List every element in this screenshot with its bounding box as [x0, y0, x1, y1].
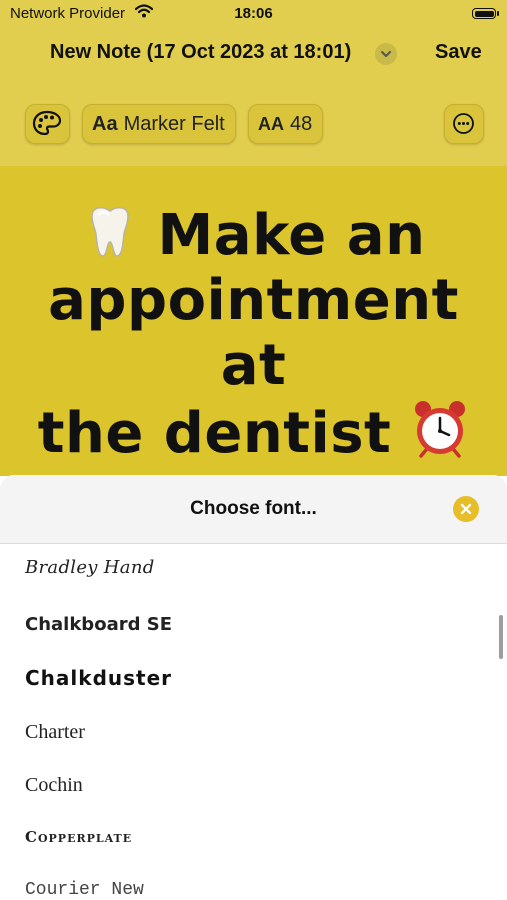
close-icon — [460, 503, 472, 515]
font-list-item[interactable]: Bradley Hand — [25, 557, 155, 587]
battery-nub-icon — [497, 11, 499, 16]
font-button-prefix: Aa — [92, 112, 118, 135]
color-palette-button[interactable] — [25, 104, 70, 144]
scroll-indicator[interactable] — [499, 615, 503, 659]
save-button[interactable]: Save — [435, 41, 482, 64]
battery-icon — [472, 8, 496, 19]
font-chooser-sheet: Choose font... Bradley Hand Chalkboard S… — [0, 475, 507, 900]
font-size-button[interactable]: AA 48 — [248, 104, 323, 144]
sheet-title: Choose font... — [190, 498, 317, 519]
tooth-icon — [90, 206, 129, 257]
font-list-item[interactable]: Courier New — [25, 880, 144, 900]
font-list-item[interactable]: Chalkboard SE — [25, 614, 172, 644]
chevron-down-icon[interactable] — [375, 43, 397, 65]
size-button-prefix: AA — [258, 113, 284, 134]
alarm-clock-icon — [415, 401, 466, 458]
note-line-2: appointment at — [48, 268, 459, 398]
font-button-label: Marker Felt — [123, 112, 225, 135]
close-button[interactable] — [453, 496, 479, 522]
font-picker-button[interactable]: Aa Marker Felt — [82, 104, 236, 144]
size-button-value: 48 — [290, 112, 313, 135]
status-time: 18:06 — [234, 5, 273, 22]
status-bar: Network Provider 18:06 — [0, 0, 507, 28]
sheet-header: Choose font... — [0, 475, 507, 544]
note-canvas[interactable]: Make an appointment at the dentist — [0, 166, 507, 476]
font-list-item[interactable]: Chalkduster — [25, 666, 172, 696]
font-list-item[interactable]: Copperplate — [25, 828, 132, 858]
note-title[interactable]: New Note (17 Oct 2023 at 18:01) — [50, 41, 351, 64]
note-line-3: the dentist — [37, 401, 392, 466]
font-list-item[interactable]: Cochin — [25, 774, 83, 804]
ellipsis-icon — [453, 113, 474, 134]
more-options-button[interactable] — [444, 104, 484, 144]
note-line-1: Make an — [157, 203, 426, 268]
top-bar: Network Provider 18:06 New Note (17 Oct … — [0, 0, 507, 166]
note-text[interactable]: Make an appointment at the dentist — [30, 202, 477, 466]
palette-icon — [32, 110, 62, 136]
font-list-item[interactable]: Charter — [25, 721, 85, 751]
